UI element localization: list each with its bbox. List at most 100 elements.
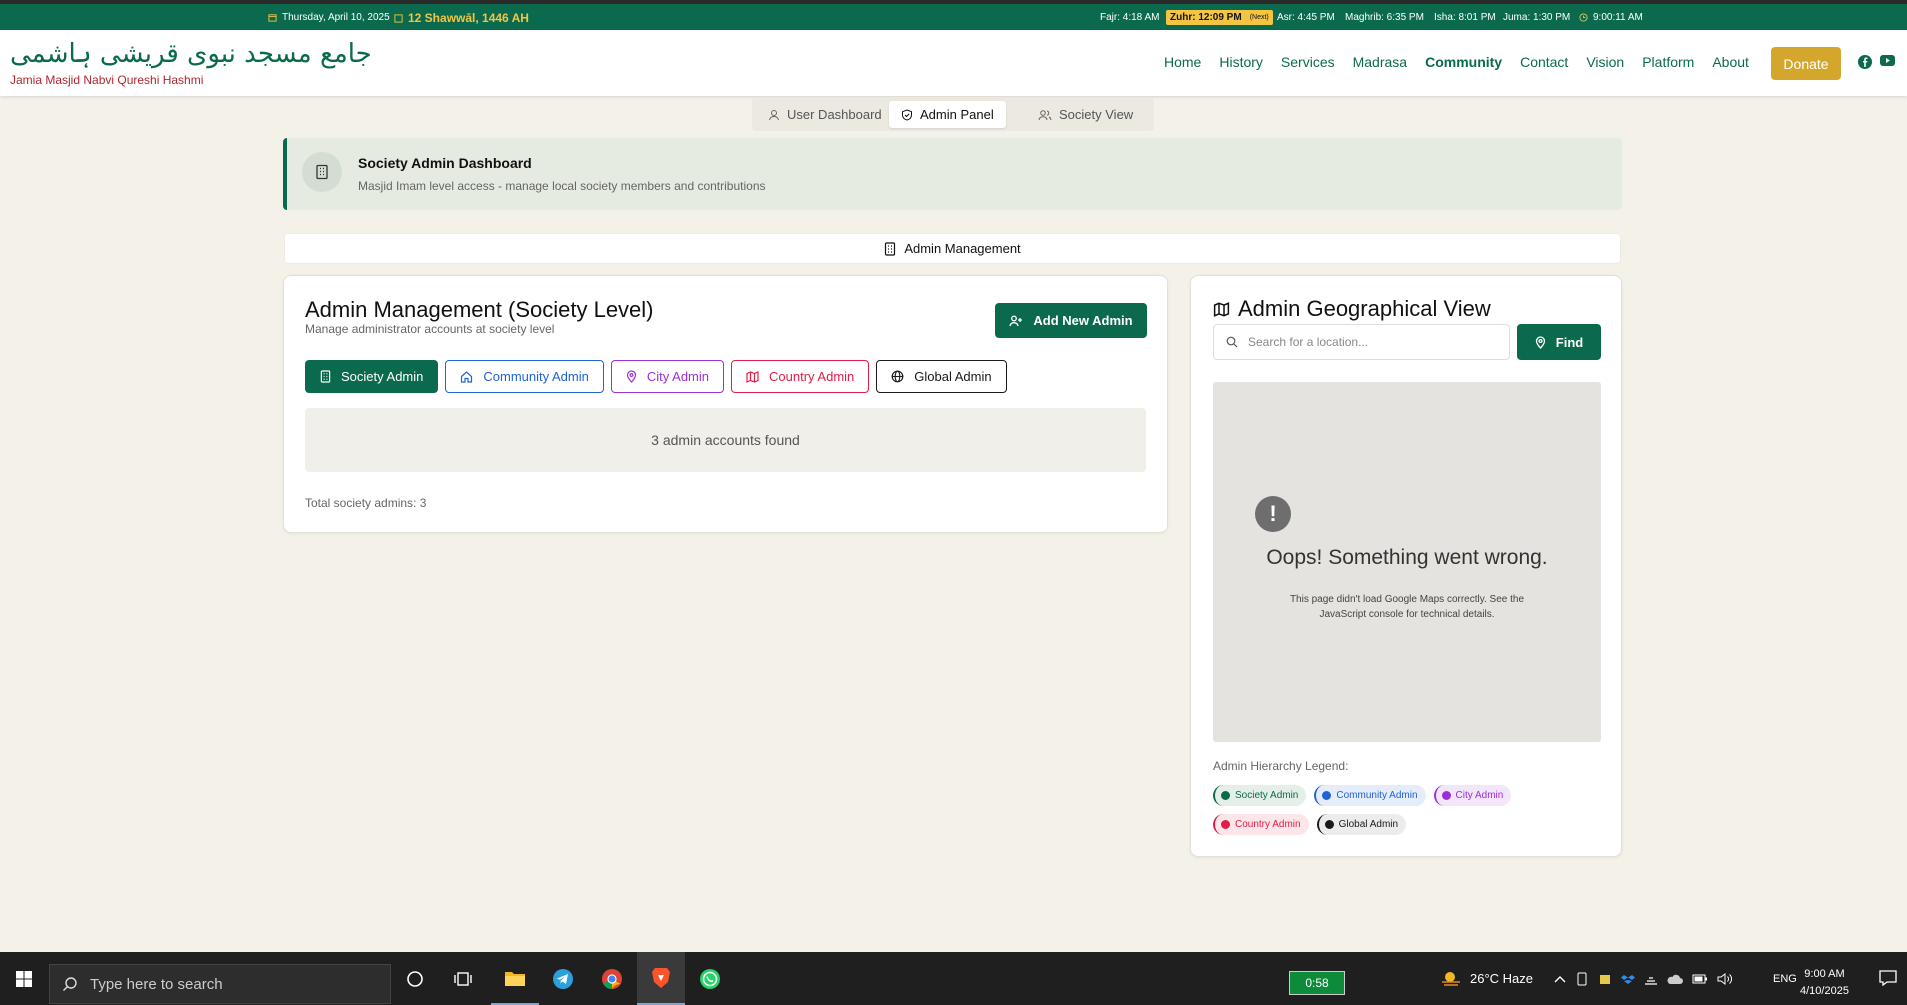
level-city-admin-label: City Admin: [646, 369, 709, 384]
task-view-button[interactable]: [439, 952, 487, 1005]
isha-time: Isha: 8:01 PM: [1434, 12, 1496, 23]
gregorian-date: Thursday, April 10, 2025: [268, 12, 390, 23]
youtube-icon[interactable]: [1880, 55, 1895, 67]
onedrive-icon[interactable]: [1667, 973, 1683, 985]
tab-society-view[interactable]: Society View: [1026, 101, 1145, 128]
live-clock: 9:00:11 AM: [1579, 12, 1643, 23]
legend-country-admin: Country Admin: [1213, 814, 1309, 835]
find-location-label: Find: [1555, 334, 1584, 350]
brave-icon: [652, 967, 670, 988]
telegram-icon: [553, 968, 573, 989]
level-global-admin[interactable]: Global Admin: [876, 360, 1007, 393]
level-country-admin[interactable]: Country Admin: [731, 360, 870, 393]
admin-management-title: Admin Management (Society Level): [305, 297, 654, 322]
nav-about[interactable]: About: [1712, 54, 1749, 70]
banner-title: Society Admin Dashboard: [358, 155, 532, 171]
admin-management-card: Admin Management (Society Level) Manage …: [283, 275, 1168, 533]
error-icon: !: [1255, 496, 1291, 532]
live-clock-text: 9:00:11 AM: [1593, 12, 1643, 23]
nav-history[interactable]: History: [1219, 54, 1263, 70]
location-search-input[interactable]: Search for a location...: [1213, 324, 1510, 360]
map-pin-icon: [1535, 335, 1545, 349]
nav-community[interactable]: Community: [1425, 54, 1502, 70]
nav-madrasa[interactable]: Madrasa: [1353, 54, 1407, 70]
tab-society-view-label: Society View: [1059, 107, 1134, 122]
task-view-icon: [454, 971, 472, 986]
nav-services[interactable]: Services: [1281, 54, 1335, 70]
telegram-button[interactable]: [539, 952, 587, 1005]
building-icon: [320, 370, 331, 383]
dropbox-icon[interactable]: [1621, 972, 1635, 986]
asr-time: Asr: 4:45 PM: [1277, 12, 1335, 23]
building-icon: [885, 241, 896, 256]
taskbar-search-box[interactable]: Type here to search: [49, 964, 391, 1004]
zuhr-time-text: Zuhr: 12:09 PM: [1170, 12, 1242, 23]
whatsapp-button[interactable]: [686, 952, 734, 1005]
site-title-urdu[interactable]: جامع مسجد نبوی قریشی ہاشمی: [10, 39, 372, 69]
donate-button[interactable]: Donate: [1771, 47, 1841, 80]
legend-global-admin: Global Admin: [1316, 814, 1407, 835]
map-container[interactable]: ! Oops! Something went wrong. This page …: [1213, 382, 1601, 742]
nav-vision[interactable]: Vision: [1586, 54, 1624, 70]
tab-user-dashboard[interactable]: User Dashboard: [756, 101, 894, 128]
notifications-icon[interactable]: [1879, 970, 1897, 986]
user-icon: [769, 109, 779, 120]
calendar-icon: [394, 13, 403, 23]
society-admin-banner: Society Admin Dashboard Masjid Imam leve…: [283, 138, 1622, 210]
security-icon[interactable]: [1598, 972, 1612, 986]
device-icon[interactable]: [1575, 972, 1589, 986]
level-country-admin-label: Country Admin: [769, 369, 855, 384]
admin-results-summary: 3 admin accounts found: [305, 408, 1146, 472]
nav-contact[interactable]: Contact: [1520, 54, 1568, 70]
map-pin-icon: [626, 370, 636, 383]
nav-home[interactable]: Home: [1164, 54, 1201, 70]
windows-taskbar: Type here to search 0:58 26°C Haze ENG 9…: [0, 952, 1907, 1005]
admin-geo-card: Admin Geographical View Search for a loc…: [1190, 275, 1622, 857]
banner-subtitle: Masjid Imam level access - manage local …: [358, 179, 766, 193]
legend-country-admin-label: Country Admin: [1235, 819, 1301, 830]
brave-button[interactable]: [637, 952, 685, 1005]
add-new-admin-button[interactable]: Add New Admin: [995, 303, 1147, 338]
taskbar-clock[interactable]: 9:00 AM 4/10/2025: [1800, 966, 1849, 1000]
hijri-date-text: 12 Shawwāl, 1446 AH: [408, 11, 529, 25]
start-button[interactable]: [0, 952, 48, 1005]
nav-platform[interactable]: Platform: [1642, 54, 1694, 70]
weather-widget[interactable]: 26°C Haze: [1440, 952, 1533, 1005]
level-city-admin[interactable]: City Admin: [610, 360, 724, 393]
clock-icon: [1579, 13, 1588, 22]
add-new-admin-label: Add New Admin: [1033, 313, 1133, 328]
file-explorer-icon: [505, 971, 525, 986]
geo-card-title-text: Admin Geographical View: [1238, 296, 1491, 321]
level-global-admin-label: Global Admin: [914, 369, 992, 384]
building-icon: [316, 164, 328, 180]
battery-icon[interactable]: [1692, 973, 1708, 985]
weather-haze-icon: [1442, 971, 1460, 986]
map-icon: [746, 370, 759, 383]
level-community-admin-label: Community Admin: [483, 369, 589, 384]
find-location-button[interactable]: Find: [1517, 324, 1601, 360]
banner-icon-circle: [302, 152, 342, 192]
tab-admin-panel[interactable]: Admin Panel: [889, 101, 1006, 128]
level-community-admin[interactable]: Community Admin: [445, 360, 604, 393]
site-title-english[interactable]: Jamia Masjid Nabvi Qureshi Hashmi: [10, 73, 203, 87]
legend-community-admin: Community Admin: [1314, 785, 1426, 806]
file-explorer-button[interactable]: [491, 952, 539, 1005]
map-error-title: Oops! Something went wrong.: [1266, 546, 1548, 569]
admin-level-filters: Society Admin Community Admin City Admin…: [305, 360, 1007, 393]
input-language[interactable]: ENG: [1773, 952, 1797, 1005]
chevron-up-icon[interactable]: [1554, 974, 1566, 984]
main-nav: Home History Services Madrasa Community …: [1164, 54, 1767, 70]
chrome-button[interactable]: [588, 952, 636, 1005]
prayer-times-bar: Thursday, April 10, 2025 12 Shawwāl, 144…: [0, 0, 1907, 30]
facebook-icon[interactable]: [1858, 55, 1872, 69]
weather-text: 26°C Haze: [1470, 971, 1534, 986]
volume-icon[interactable]: [1717, 972, 1733, 986]
battery-timer[interactable]: 0:58: [1289, 971, 1345, 995]
hijri-date: 12 Shawwāl, 1446 AH: [394, 11, 529, 25]
tab-admin-management[interactable]: Admin Management: [285, 234, 1620, 263]
network-icon[interactable]: [1644, 972, 1658, 986]
next-prayer-marker: (Next): [1249, 14, 1269, 21]
level-society-admin[interactable]: Society Admin: [305, 360, 439, 393]
cortana-button[interactable]: [391, 952, 439, 1005]
calendar-icon: [268, 14, 277, 22]
